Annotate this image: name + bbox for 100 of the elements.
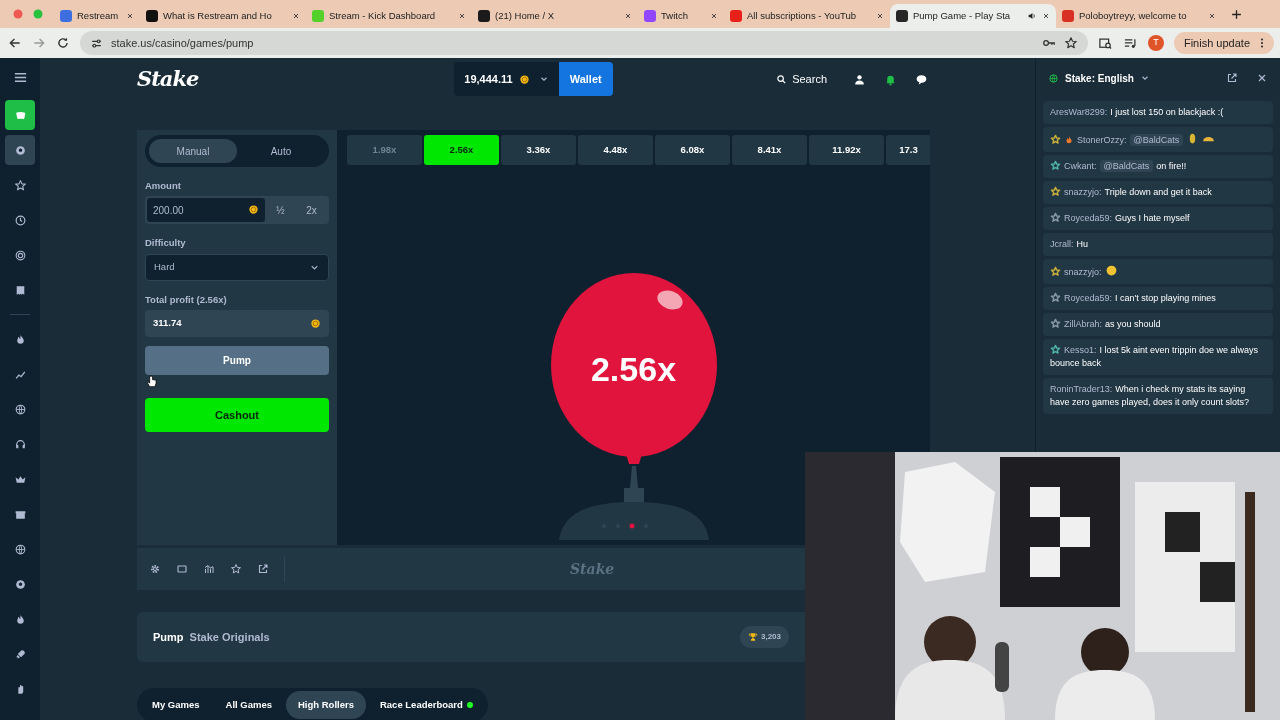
- coin-icon: [248, 204, 259, 216]
- star-icon: [13, 178, 27, 192]
- chat-text: Royceda59: Guys I hate myself: [1050, 212, 1266, 225]
- coin-icon: [518, 73, 530, 85]
- close-icon[interactable]: [1256, 72, 1268, 84]
- game-title: Pump: [153, 629, 184, 645]
- multiplier-tile: 17.3: [886, 135, 930, 165]
- lobby-tab[interactable]: High Rollers: [286, 691, 366, 719]
- chat-text: AresWar8299: I just lost 150 on blackjack :(: [1050, 106, 1225, 119]
- double-button[interactable]: 2x: [296, 198, 327, 223]
- field-label: Difficulty: [145, 236, 187, 251]
- back-icon[interactable]: [8, 36, 22, 50]
- close-icon[interactable]: [1042, 12, 1050, 20]
- trophy-icon: [747, 632, 758, 642]
- chat-text: Kesso1: I lost 5k aint even trippin doe we always bounce back: [1050, 344, 1260, 370]
- user-icon[interactable]: [853, 72, 866, 86]
- close-icon[interactable]: [624, 12, 632, 20]
- balance-selector[interactable]: 19,444.11: [454, 62, 559, 96]
- half-button[interactable]: ½: [265, 198, 296, 223]
- ball-icon: [13, 143, 27, 157]
- url-text: stake.us/casino/games/pump: [111, 35, 255, 51]
- bookmark-star-icon[interactable]: [1063, 36, 1078, 50]
- chat-text: RoninTrader13: When i check my stats its saying have zero games played, does it only count slots?: [1050, 383, 1251, 409]
- multiplier-display: 2.56x: [589, 349, 678, 390]
- favourite-star-icon[interactable]: [230, 563, 242, 575]
- chat-username[interactable]: Royceda59:: [1064, 293, 1113, 303]
- close-icon[interactable]: [1208, 12, 1216, 20]
- coin-icon: [310, 317, 321, 329]
- popout-icon[interactable]: [257, 563, 269, 575]
- address-bar[interactable]: stake.us/casino/games/pump: [80, 31, 1088, 55]
- pump-button[interactable]: Pump: [145, 345, 329, 375]
- field-label: Amount: [145, 179, 182, 193]
- close-icon[interactable]: [458, 12, 466, 20]
- close-icon[interactable]: [292, 12, 300, 20]
- globe-icon: [1048, 72, 1059, 84]
- chat-text: ZillAbrah: as you should: [1050, 318, 1266, 331]
- mention-chip[interactable]: @BaldCats: [1129, 134, 1184, 146]
- settings-icon[interactable]: [149, 563, 161, 575]
- stake-logo[interactable]: Stake: [137, 66, 199, 92]
- chat-room-selector[interactable]: Stake: English: [1065, 70, 1134, 86]
- players-count: 3,203: [739, 626, 789, 648]
- chat-username[interactable]: RoninTrader13:: [1050, 384, 1113, 394]
- chat-username[interactable]: snazzyjo:: [1064, 187, 1102, 197]
- globe-icon: [13, 402, 27, 416]
- multiplier-tile: 6.08x: [655, 135, 730, 165]
- multiplier-tile: 1.98x: [347, 135, 422, 165]
- stats-icon[interactable]: [203, 563, 215, 575]
- mode-tab[interactable]: Manual: [149, 139, 237, 163]
- lobby-tab[interactable]: My Games: [140, 691, 212, 719]
- multiplier-tile: 11.92x: [809, 135, 884, 165]
- lobby-tab[interactable]: Race Leaderboard: [367, 691, 485, 719]
- chat-username[interactable]: AresWar8299:: [1050, 107, 1108, 117]
- mention-chip[interactable]: @BaldCats: [1099, 160, 1154, 172]
- provider-link[interactable]: Stake Originals: [189, 628, 270, 646]
- multiplier-tile: 4.48x: [578, 135, 653, 165]
- chat-icon[interactable]: [915, 72, 928, 86]
- lens-icon[interactable]: [1097, 35, 1113, 51]
- field-label: Total profit (2.56x): [145, 292, 228, 307]
- search-icon: [776, 73, 788, 85]
- chat-text: snazzyjo: Triple down and get it back: [1050, 186, 1266, 199]
- speaker-icon[interactable]: [1027, 11, 1037, 21]
- profile-avatar[interactable]: T: [1147, 35, 1164, 51]
- chat-username[interactable]: ZillAbrah:: [1064, 319, 1102, 329]
- browser-tab[interactable]: Stream - Kick Dashboard: [306, 4, 472, 28]
- wallet-button[interactable]: Wallet: [558, 62, 613, 96]
- search-button[interactable]: Search: [776, 70, 827, 88]
- browser-tab[interactable]: All subscriptions - YouTub: [724, 4, 890, 28]
- browser-tab[interactable]: Twitch: [638, 4, 724, 28]
- new-tab-icon[interactable]: [1230, 7, 1243, 21]
- mode-tab[interactable]: Auto: [237, 139, 325, 163]
- close-icon[interactable]: [876, 12, 884, 20]
- clock-icon: [13, 213, 27, 227]
- chat-username[interactable]: Kesso1:: [1064, 345, 1097, 355]
- amount-field[interactable]: 200.00: [147, 198, 265, 223]
- multiplier-tile: 3.36x: [501, 135, 576, 165]
- target-icon: [13, 248, 27, 262]
- browser-tab[interactable]: Poloboytreyy, welcome to: [1056, 4, 1222, 28]
- chat-username[interactable]: snazzyjo:: [1064, 267, 1102, 277]
- popout-icon[interactable]: [1226, 72, 1238, 84]
- chat-text: Jcrall: Hu: [1050, 238, 1090, 251]
- chat-username[interactable]: Jcrall:: [1050, 239, 1074, 249]
- chat-username[interactable]: Cwkant:: [1064, 161, 1097, 171]
- finish-update-button[interactable]: Finish update: [1173, 32, 1274, 54]
- chat-username[interactable]: StonerOzzy:: [1077, 135, 1127, 145]
- browser-tab[interactable]: What is Restream and Ho: [140, 4, 306, 28]
- theatre-mode-icon[interactable]: [176, 563, 188, 575]
- browser-tab[interactable]: Pump Game - Play Sta: [890, 4, 1056, 28]
- browser-tab[interactable]: Restream: [54, 4, 140, 28]
- site-settings-icon[interactable]: [90, 36, 103, 50]
- menu-icon[interactable]: [12, 70, 28, 85]
- close-icon[interactable]: [710, 12, 718, 20]
- cashout-button[interactable]: Cashout: [145, 397, 329, 432]
- hand-cursor-icon: [145, 374, 159, 389]
- reload-icon[interactable]: [56, 36, 70, 50]
- close-icon[interactable]: [126, 12, 134, 20]
- difficulty-select[interactable]: Hard: [145, 253, 329, 281]
- chat-username[interactable]: Royceda59:: [1064, 213, 1113, 223]
- lobby-tab[interactable]: All Games: [213, 691, 284, 719]
- browser-tab[interactable]: (21) Home / X: [472, 4, 638, 28]
- sidebar-item[interactable]: [5, 135, 35, 165]
